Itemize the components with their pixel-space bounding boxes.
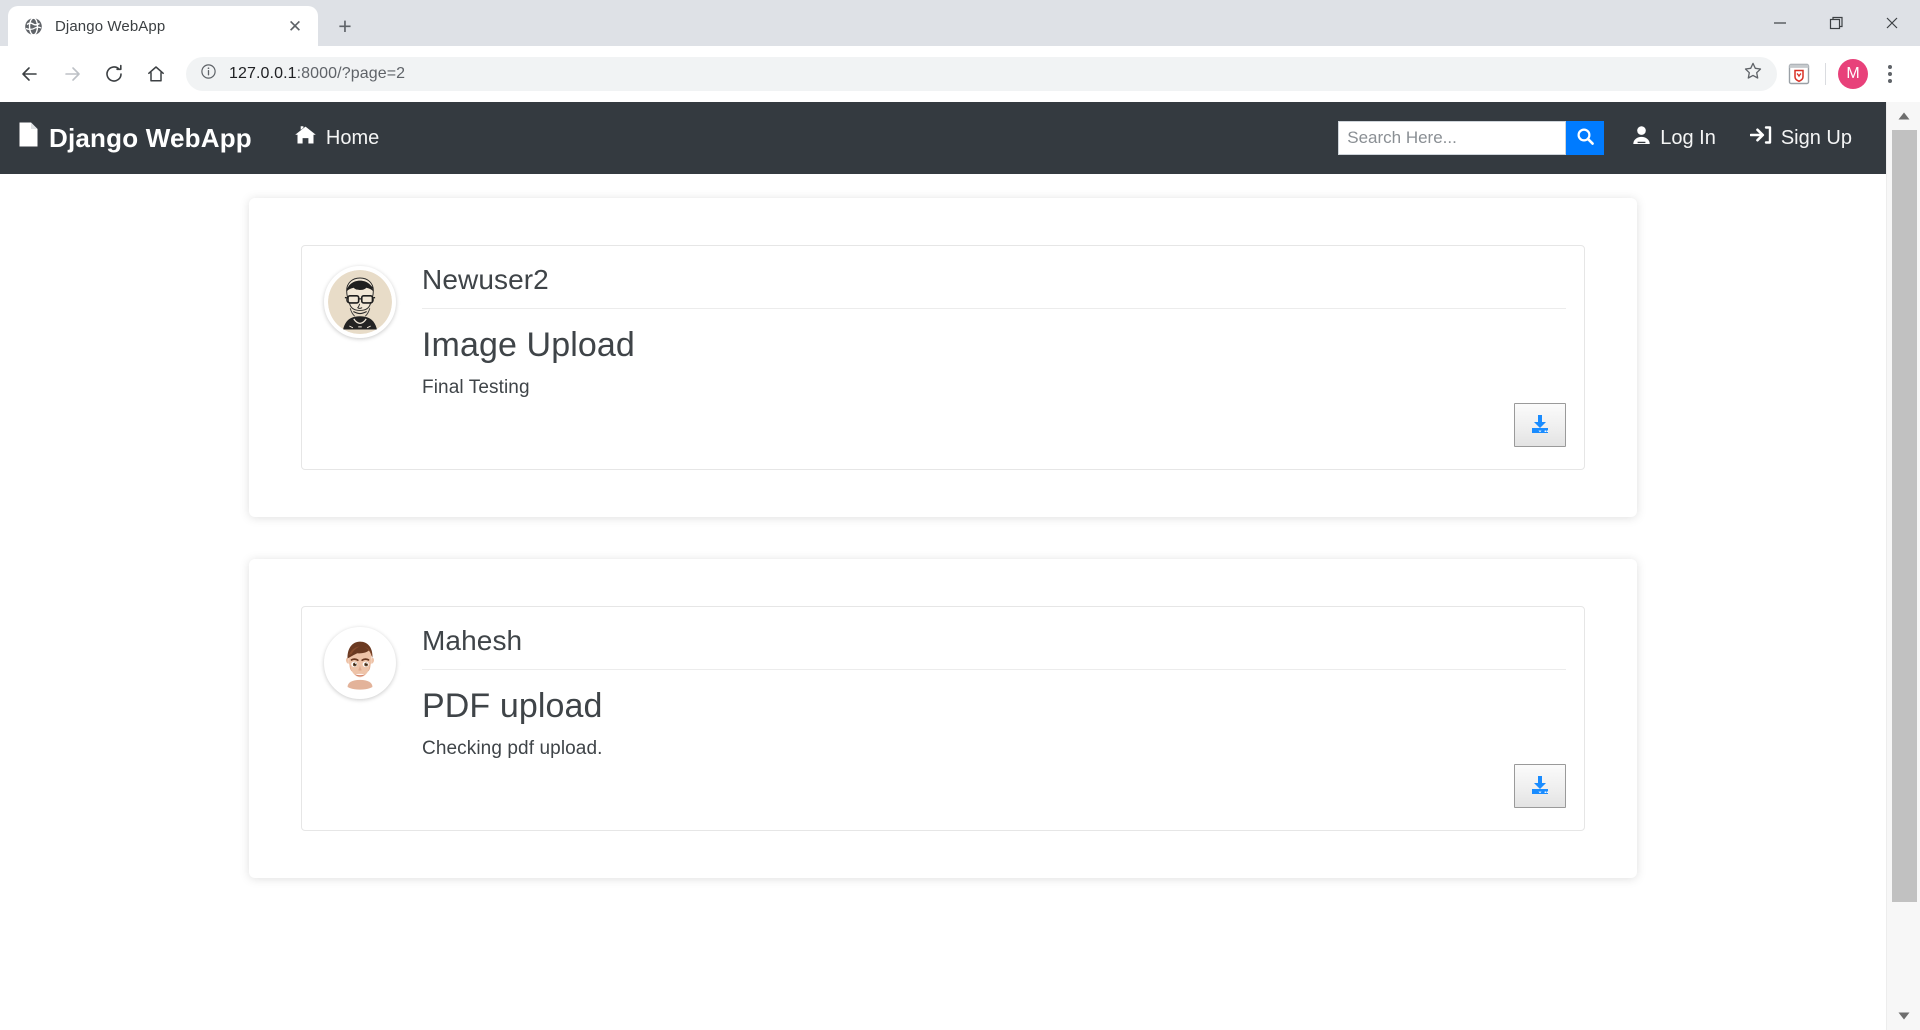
nav-item-signup-label: Sign Up — [1781, 127, 1852, 150]
window-controls — [1752, 0, 1920, 46]
download-button[interactable] — [1514, 764, 1566, 808]
web-page: Django WebApp Home — [0, 102, 1886, 1030]
reload-icon[interactable] — [94, 54, 134, 94]
post-author[interactable]: Newuser2 — [422, 264, 1566, 309]
download-row — [422, 764, 1566, 808]
close-icon[interactable]: ✕ — [284, 15, 306, 37]
profile-avatar[interactable]: M — [1838, 59, 1868, 89]
url-path: :8000/?page=2 — [297, 65, 406, 82]
page-scrollbar[interactable] — [1886, 102, 1920, 1030]
page-viewport: Django WebApp Home — [0, 102, 1920, 1030]
search-button[interactable] — [1566, 121, 1604, 155]
sketch-portrait-avatar — [328, 270, 392, 334]
back-arrow-icon[interactable] — [10, 54, 50, 94]
toolbar-right-actions: M — [1785, 56, 1908, 92]
extension-shield-icon[interactable] — [1785, 61, 1813, 87]
url-host: 127.0.0.1 — [229, 65, 297, 82]
maximize-icon[interactable] — [1808, 0, 1864, 46]
user-icon — [1632, 125, 1651, 151]
post-body: Mahesh PDF upload Checking pdf upload. — [412, 625, 1566, 808]
forward-arrow-icon — [52, 54, 92, 94]
minimize-icon[interactable] — [1752, 0, 1808, 46]
avatar — [324, 266, 396, 338]
browser-window: Django WebApp ✕ + — [0, 0, 1920, 1030]
browser-tab[interactable]: Django WebApp ✕ — [8, 6, 318, 46]
avatar — [324, 627, 396, 699]
post-body: Newuser2 Image Upload Final Testing — [412, 264, 1566, 447]
nav-item-home[interactable]: Home — [282, 117, 391, 159]
download-icon — [1527, 412, 1553, 439]
search-icon — [1576, 127, 1595, 149]
brand[interactable]: Django WebApp — [18, 121, 252, 155]
post-card: Newuser2 Image Upload Final Testing — [301, 245, 1585, 470]
post-title: Image Upload — [422, 326, 1566, 365]
toolbar-divider — [1825, 63, 1826, 85]
home-icon[interactable] — [136, 54, 176, 94]
scroll-down-arrow-icon[interactable] — [1887, 1002, 1920, 1030]
nav-item-home-label: Home — [326, 127, 379, 150]
content-area: Newuser2 Image Upload Final Testing — [0, 198, 1886, 878]
download-icon — [1527, 773, 1553, 800]
download-button[interactable] — [1514, 403, 1566, 447]
file-document-icon — [18, 121, 39, 155]
nav-auth: Log In Sign Up — [1632, 117, 1852, 159]
tab-title: Django WebApp — [55, 18, 272, 35]
window-close-icon[interactable] — [1864, 0, 1920, 46]
brand-label: Django WebApp — [49, 123, 252, 154]
nav-item-signup[interactable]: Sign Up — [1750, 117, 1852, 159]
three-dot-menu-icon[interactable] — [1872, 56, 1908, 92]
post-card: Mahesh PDF upload Checking pdf upload. — [301, 606, 1585, 831]
address-bar[interactable]: 127.0.0.1:8000/?page=2 — [186, 57, 1777, 91]
scrollbar-track[interactable] — [1887, 130, 1920, 1002]
tab-strip: Django WebApp ✕ + — [0, 0, 1920, 46]
page-info-icon[interactable] — [200, 63, 217, 85]
download-row — [422, 403, 1566, 447]
post-title: PDF upload — [422, 687, 1566, 726]
globe-icon — [24, 17, 43, 36]
sign-in-arrow-icon — [1750, 125, 1772, 151]
nav-item-login-label: Log In — [1660, 127, 1716, 150]
nav-item-login[interactable]: Log In — [1632, 117, 1716, 159]
scroll-up-arrow-icon[interactable] — [1887, 102, 1920, 130]
cartoon-male-avatar — [328, 631, 392, 695]
url-text: 127.0.0.1:8000/?page=2 — [229, 65, 1731, 83]
post-container: Newuser2 Image Upload Final Testing — [249, 198, 1637, 517]
post-text: Final Testing — [422, 377, 1566, 399]
search-input[interactable] — [1338, 121, 1566, 155]
nav-links: Home — [282, 117, 391, 159]
post-text: Checking pdf upload. — [422, 738, 1566, 760]
search-form — [1338, 121, 1604, 155]
navbar-right: Log In Sign Up — [1338, 117, 1886, 159]
home-icon — [294, 125, 317, 151]
new-tab-button[interactable]: + — [328, 9, 362, 43]
post-container: Mahesh PDF upload Checking pdf upload. — [249, 559, 1637, 878]
star-icon[interactable] — [1743, 61, 1763, 86]
site-navbar: Django WebApp Home — [0, 102, 1886, 174]
post-author[interactable]: Mahesh — [422, 625, 1566, 670]
browser-toolbar: 127.0.0.1:8000/?page=2 M — [0, 46, 1920, 102]
scrollbar-thumb[interactable] — [1892, 130, 1917, 902]
